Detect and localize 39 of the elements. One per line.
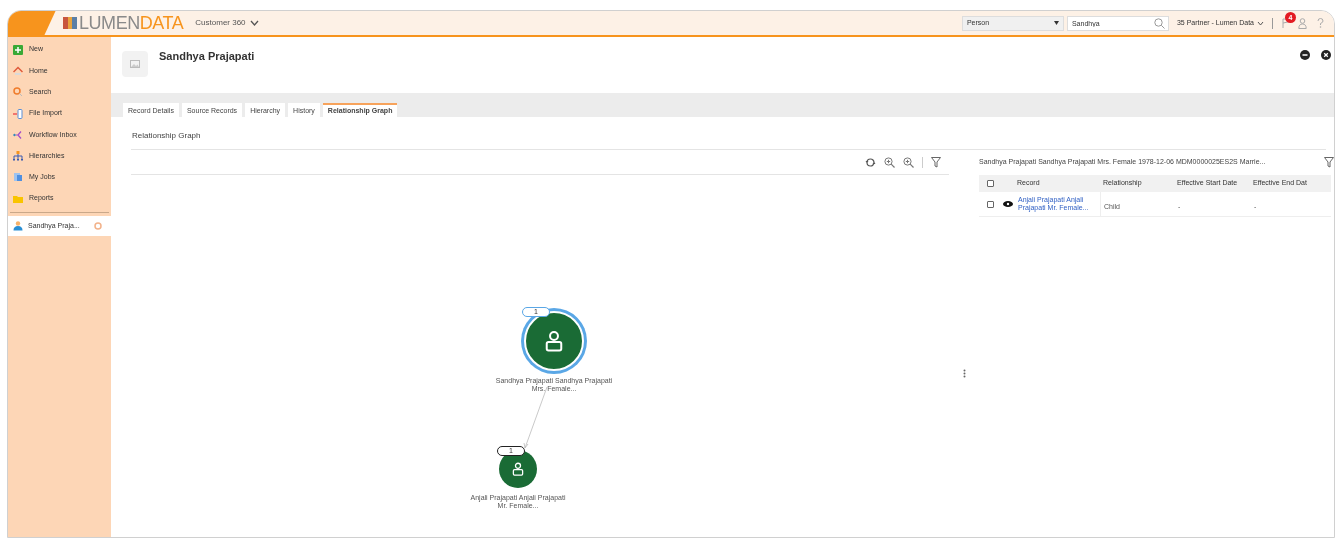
branch-icon: [13, 129, 23, 140]
plus-icon: [13, 44, 23, 55]
hierarchy-icon: [13, 151, 23, 162]
app-menu[interactable]: Customer 360: [195, 17, 259, 29]
select-all-checkbox[interactable]: [986, 180, 994, 187]
drag-handle-icon: [962, 369, 966, 378]
close-icon: [1321, 50, 1331, 60]
graph-node[interactable]: [499, 450, 537, 488]
image-icon: [130, 60, 140, 68]
zoom-in-icon: [884, 156, 895, 168]
documents-icon: [13, 172, 23, 183]
filter-icon: [1324, 157, 1334, 168]
eye-icon: [1003, 201, 1013, 207]
filter-icon: [931, 156, 941, 168]
logo-text: LUMEN: [79, 14, 140, 32]
row-checkbox[interactable]: [986, 200, 994, 208]
gear-icon: [94, 222, 102, 231]
refresh-icon: [865, 156, 876, 168]
caret-icon: [1053, 21, 1059, 25]
search-icon: [1153, 17, 1165, 29]
person-icon: [511, 462, 525, 476]
home-icon: [13, 65, 23, 76]
section-title: Relationship Graph: [132, 130, 202, 142]
logo-text: DATA: [139, 14, 184, 32]
record-title: Sandhya Prajapati: [159, 49, 255, 64]
person-icon: [543, 330, 565, 352]
help-icon: [1317, 18, 1324, 28]
logo-icon: [63, 16, 77, 30]
folder-icon: [13, 193, 23, 204]
search-icon: [13, 87, 23, 98]
graph-node[interactable]: [524, 311, 584, 371]
user-icon: [1298, 17, 1307, 29]
person-icon: [13, 221, 23, 232]
flag-icon[interactable]: [1282, 18, 1290, 29]
minimize-icon: [1300, 50, 1310, 60]
chevron-down-icon: [249, 20, 259, 26]
zoom-in-icon: [903, 156, 914, 168]
import-icon: [13, 108, 23, 119]
chevron-down-icon: [1257, 20, 1264, 26]
